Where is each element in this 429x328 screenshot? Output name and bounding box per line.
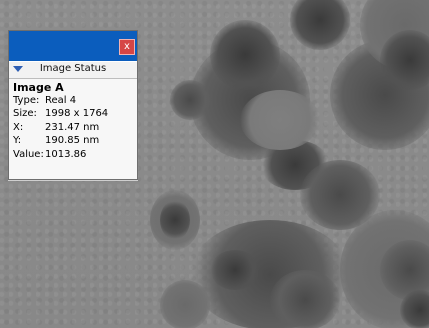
field-row-y: Y: 190.85 nm xyxy=(13,135,133,148)
window-titlebar[interactable]: x xyxy=(9,31,137,61)
field-row-value: Value: 1013.86 xyxy=(13,149,133,162)
field-value: 190.85 nm xyxy=(45,135,100,146)
panel-title: Image Status xyxy=(39,63,107,74)
field-value: 1998 x 1764 xyxy=(45,108,109,119)
field-label: Type: xyxy=(13,95,40,106)
close-button[interactable]: x xyxy=(119,39,135,55)
field-row-size: Size: 1998 x 1764 xyxy=(13,108,133,121)
field-label: X: xyxy=(13,122,24,133)
field-value: Real 4 xyxy=(45,95,77,106)
particle xyxy=(290,0,350,50)
image-status-window[interactable]: x Image Status Image A Type: Real 4 Size… xyxy=(8,30,138,180)
particle xyxy=(240,90,320,150)
particle xyxy=(210,250,260,290)
close-icon: x xyxy=(124,41,130,52)
particle xyxy=(160,200,190,240)
field-row-type: Type: Real 4 xyxy=(13,95,133,108)
status-panel: Image A Type: Real 4 Size: 1998 x 1764 X… xyxy=(9,79,137,179)
particle xyxy=(400,290,429,328)
field-label: Size: xyxy=(13,108,37,119)
field-label: Value: xyxy=(13,149,44,160)
particle xyxy=(170,80,210,120)
image-name: Image A xyxy=(13,81,64,94)
panel-header[interactable]: Image Status xyxy=(9,62,137,79)
particle xyxy=(270,270,340,328)
particle xyxy=(210,20,280,90)
field-value: 1013.86 xyxy=(45,149,87,160)
field-row-x: X: 231.47 nm xyxy=(13,122,133,135)
particle xyxy=(160,280,210,328)
field-value: 231.47 nm xyxy=(45,122,100,133)
field-label: Y: xyxy=(13,135,22,146)
